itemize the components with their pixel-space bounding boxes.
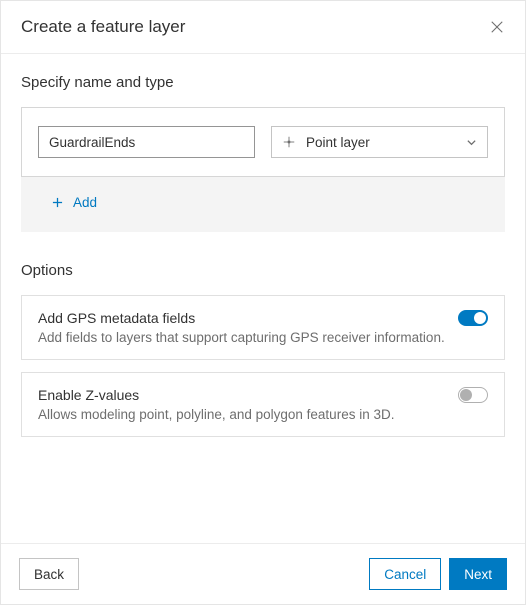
option-zvalues-title: Enable Z-values [38, 387, 488, 403]
close-icon[interactable] [489, 19, 505, 35]
dialog-header: Create a feature layer [1, 1, 525, 54]
cancel-button[interactable]: Cancel [369, 558, 441, 590]
option-gps-desc: Add fields to layers that support captur… [38, 330, 458, 345]
option-zvalues: Enable Z-values Allows modeling point, p… [21, 372, 505, 437]
name-type-group: Point layer Add [21, 107, 505, 232]
toggle-knob [474, 312, 486, 324]
option-gps: Add GPS metadata fields Add fields to la… [21, 295, 505, 360]
add-layer-label: Add [73, 195, 97, 210]
add-layer-button[interactable]: Add [21, 177, 505, 210]
section-title-name-type: Specify name and type [21, 74, 505, 91]
dialog-body: Specify name and type Point layer [1, 54, 525, 543]
toggle-knob [460, 389, 472, 401]
chevron-down-icon [465, 136, 477, 148]
plus-icon [51, 197, 63, 209]
option-gps-toggle[interactable] [458, 310, 488, 326]
section-title-options: Options [21, 262, 505, 279]
dialog-title: Create a feature layer [21, 17, 185, 37]
option-gps-title: Add GPS metadata fields [38, 310, 488, 326]
next-button[interactable]: Next [449, 558, 507, 590]
layer-type-select[interactable]: Point layer [271, 126, 488, 158]
name-type-row: Point layer [21, 107, 505, 177]
option-zvalues-desc: Allows modeling point, polyline, and pol… [38, 407, 458, 422]
layer-name-input[interactable] [38, 126, 255, 158]
back-button[interactable]: Back [19, 558, 79, 590]
point-layer-icon [282, 135, 296, 149]
option-zvalues-toggle[interactable] [458, 387, 488, 403]
layer-type-label: Point layer [306, 135, 465, 150]
dialog-footer: Back Cancel Next [1, 543, 525, 604]
footer-right: Cancel Next [369, 558, 507, 590]
